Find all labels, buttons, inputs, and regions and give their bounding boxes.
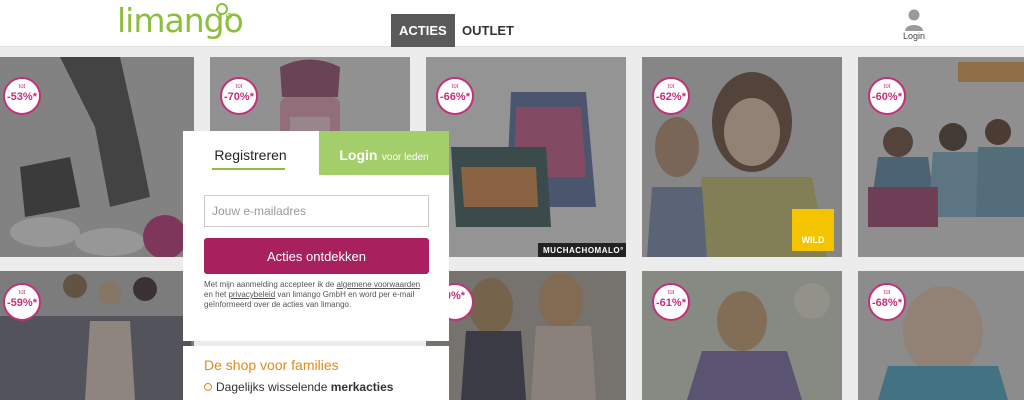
discover-deals-button[interactable]: Acties ontdekken	[204, 238, 429, 274]
discount-badge: tot -66%*	[436, 77, 474, 115]
terms-link[interactable]: algemene voorwaarden	[337, 280, 421, 289]
tab-login-sub-text: voor leden	[381, 152, 429, 163]
nav-tab-outlet[interactable]: OUTLET	[454, 14, 522, 47]
families-title: De shop voor families	[204, 357, 339, 373]
privacy-link[interactable]: privacybeleid	[228, 290, 275, 299]
product-tile[interactable]: tot -53%*	[0, 57, 194, 257]
product-tile[interactable]: 0%*	[426, 271, 626, 400]
discount-badge: tot -68%*	[868, 283, 906, 321]
product-tile[interactable]: tot -59%*	[0, 271, 194, 400]
tab-register[interactable]: Registreren	[183, 131, 318, 175]
user-icon[interactable]	[904, 8, 924, 32]
email-input[interactable]	[204, 195, 429, 227]
brand-label: MUCHACHOMALO°	[538, 243, 626, 257]
tab-login-label: Login voor leden	[319, 147, 449, 165]
discount-badge: tot -59%*	[3, 283, 41, 321]
product-tile[interactable]: tot -60%*	[858, 57, 1024, 257]
brand-label: WILD	[792, 209, 834, 251]
nav-tab-acties[interactable]: ACTIES	[391, 14, 455, 47]
feature-item: Dagelijks wisselende merkacties	[204, 380, 393, 394]
product-tile[interactable]: tot -68%*	[858, 271, 1024, 400]
feature-text: Dagelijks wisselende	[216, 380, 331, 394]
bullet-icon	[204, 383, 212, 391]
logo-swirl-small-icon	[226, 13, 232, 19]
discount-badge: tot -60%*	[868, 77, 906, 115]
discount-badge: tot -61%*	[652, 283, 690, 321]
active-tab-indicator	[212, 168, 285, 170]
discount-badge: tot -70%*	[220, 77, 258, 115]
product-tile[interactable]: tot -62%* WILD	[642, 57, 842, 257]
site-header: limango ACTIES OUTLET Login	[0, 0, 1024, 47]
product-tile[interactable]: tot -66%* MUCHACHOMALO°	[426, 57, 626, 257]
product-tile[interactable]: tot -61%*	[642, 271, 842, 400]
families-panel: De shop voor families Dagelijks wisselen…	[183, 346, 449, 400]
registration-panel: Registreren Login voor leden Acties ontd…	[183, 131, 449, 341]
tab-register-label: Registreren	[214, 147, 287, 163]
tab-login-main-text: Login	[339, 147, 378, 163]
feature-text-bold: merkacties	[330, 380, 394, 394]
tab-login[interactable]: Login voor leden	[319, 131, 449, 175]
discount-badge: tot -62%*	[652, 77, 690, 115]
discount-badge: tot -53%*	[3, 77, 41, 115]
product-grid: tot -53%* tot -70%* tot -66%* MUCHACHOMA…	[0, 47, 1024, 400]
terms-text: Met mijn aanmelding accepteer ik de alge…	[204, 280, 421, 309]
login-link[interactable]: Login	[888, 31, 940, 41]
